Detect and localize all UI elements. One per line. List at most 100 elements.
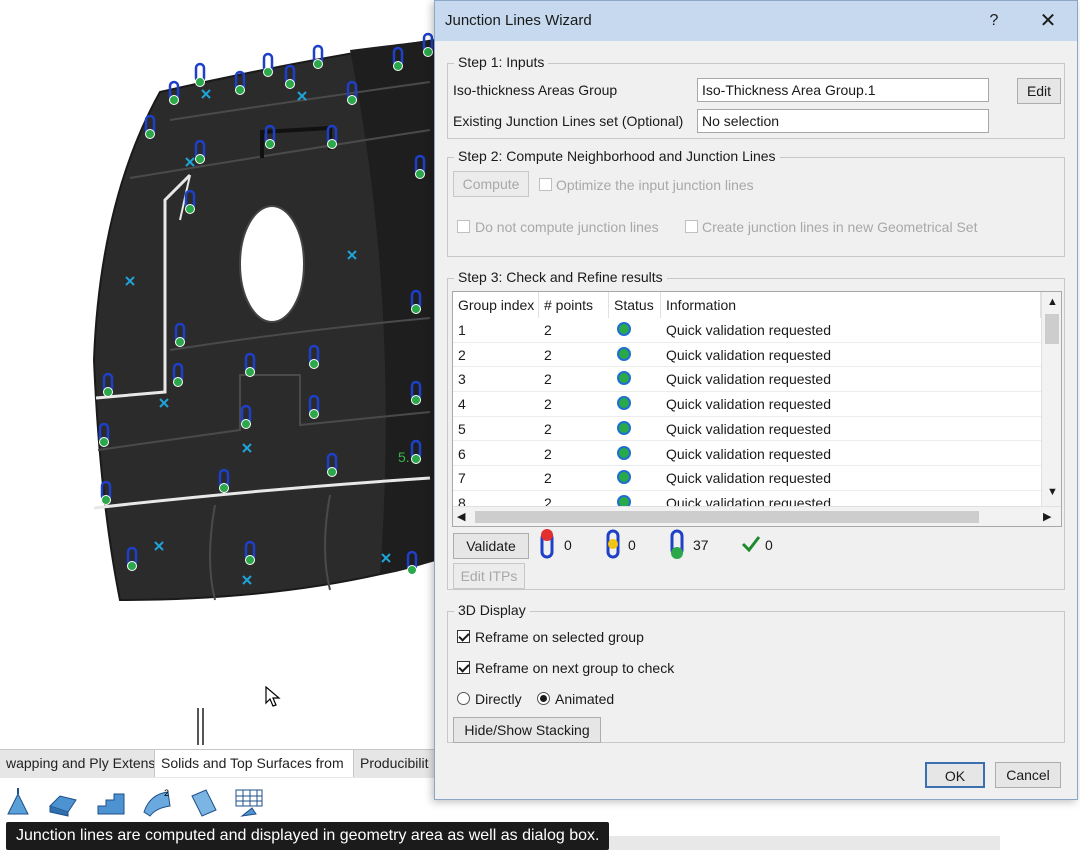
optimize-checkbox[interactable] [539, 178, 552, 191]
iso-thickness-field[interactable]: Iso-Thickness Area Group.1 [697, 78, 989, 102]
table-row[interactable]: 3 2 Quick validation requested [453, 367, 1043, 393]
cell-group-index: 6 [458, 445, 466, 462]
junction-lines-wizard-dialog: Junction Lines Wizard ? ✕ Step 1: Inputs… [434, 0, 1078, 800]
reframe-next-checkbox[interactable] [457, 661, 470, 674]
svg-text:2: 2 [164, 788, 169, 798]
scroll-thumb[interactable] [1045, 314, 1059, 344]
cell-information: Quick validation requested [666, 396, 831, 413]
cancel-button[interactable]: Cancel [995, 762, 1061, 788]
step2-compute-group: Step 2: Compute Neighborhood and Junctio… [447, 148, 1065, 257]
help-button[interactable]: ? [983, 10, 1005, 32]
directly-radio[interactable] [457, 692, 470, 705]
table-horizontal-scrollbar[interactable]: ◀ ▶ [453, 506, 1061, 526]
yellow-status-icon [606, 529, 620, 559]
cell-status [609, 466, 661, 490]
cell-group-index: 7 [458, 470, 466, 487]
dialog-titlebar[interactable]: Junction Lines Wizard ? ✕ [435, 1, 1077, 41]
green-status-icon [670, 529, 684, 559]
no-compute-label: Do not compute junction lines [475, 219, 659, 235]
step3-legend: Step 3: Check and Refine results [454, 269, 667, 285]
table-row[interactable]: 2 2 Quick validation requested [453, 343, 1043, 368]
results-table[interactable]: Group index # points Status Information … [452, 291, 1062, 527]
cell-group-index: 3 [458, 371, 466, 388]
stairs-solid-icon[interactable] [94, 786, 128, 820]
new-geometrical-set-checkbox[interactable] [685, 220, 698, 233]
column-points[interactable]: # points [539, 292, 609, 318]
ply-drape-icon[interactable] [186, 786, 220, 820]
solid-generation-icon[interactable] [46, 786, 80, 820]
table-row[interactable]: 1 2 Quick validation requested [453, 318, 1043, 343]
cell-points: 2 [544, 420, 552, 437]
table-row[interactable]: 7 2 Quick validation requested [453, 466, 1043, 491]
cell-points: 2 [544, 470, 552, 487]
status-ok-icon [617, 470, 631, 485]
cell-status [609, 367, 661, 391]
reframe-selected-label: Reframe on selected group [475, 629, 644, 645]
cell-points: 2 [544, 322, 552, 338]
status-ok-icon [617, 445, 631, 460]
tab-swapping-ply-extension[interactable]: wapping and Ply Extens [0, 750, 154, 777]
cell-points: 2 [544, 371, 552, 388]
status-ok-icon [617, 322, 631, 336]
column-status[interactable]: Status [609, 292, 661, 318]
cell-information: Quick validation requested [666, 371, 831, 388]
checkmark-icon [741, 536, 761, 553]
status-ok-icon [617, 371, 631, 386]
cell-points: 2 [544, 396, 552, 413]
no-compute-checkbox[interactable] [457, 220, 470, 233]
cell-information: Quick validation requested [666, 346, 831, 363]
step1-legend: Step 1: Inputs [454, 54, 549, 70]
yellow-count: 0 [628, 537, 636, 553]
reframe-selected-checkbox[interactable] [457, 630, 470, 643]
close-button[interactable]: ✕ [1035, 8, 1061, 34]
existing-junction-label: Existing Junction Lines set (Optional) [453, 113, 684, 129]
hide-show-stacking-button[interactable]: Hide/Show Stacking [453, 717, 601, 743]
step2-legend: Step 2: Compute Neighborhood and Junctio… [454, 148, 780, 164]
status-ok-icon [617, 396, 631, 411]
cell-information: Quick validation requested [666, 420, 831, 437]
validate-button[interactable]: Validate [453, 533, 529, 559]
table-row[interactable]: 4 2 Quick validation requested [453, 392, 1043, 417]
edit-button[interactable]: Edit [1017, 78, 1061, 104]
iso-thickness-label: Iso-thickness Areas Group [453, 82, 618, 98]
stacking-tool-icon[interactable] [4, 786, 38, 820]
red-count: 0 [564, 537, 572, 553]
junction-point-marker[interactable] [312, 44, 324, 69]
existing-junction-field[interactable]: No selection [697, 109, 989, 133]
display-3d-legend: 3D Display [454, 602, 530, 618]
cell-points: 2 [544, 445, 552, 462]
top-surface-icon[interactable]: 2 [140, 786, 174, 820]
compute-button[interactable]: Compute [453, 171, 529, 197]
junction-point-marker[interactable] [262, 52, 274, 77]
column-group-index[interactable]: Group index [453, 292, 539, 318]
command-toolbar: 2 [0, 778, 440, 824]
optimize-label: Optimize the input junction lines [556, 177, 754, 193]
green-count: 37 [693, 537, 709, 553]
scroll-left-arrow[interactable]: ◀ [457, 510, 465, 523]
scroll-down-arrow[interactable]: ▼ [1047, 486, 1058, 498]
scroll-up-arrow[interactable]: ▲ [1047, 296, 1058, 308]
status-ok-icon [617, 346, 631, 361]
animated-radio[interactable] [537, 692, 550, 705]
scroll-right-arrow[interactable]: ▶ [1043, 510, 1051, 523]
cell-information: Quick validation requested [666, 470, 831, 487]
cell-points: 2 [544, 346, 552, 363]
junction-lines-icon[interactable] [232, 786, 266, 820]
tab-solids-top-surfaces[interactable]: Solids and Top Surfaces from [154, 750, 354, 777]
table-vertical-scrollbar[interactable]: ▲ ▼ [1041, 292, 1061, 506]
table-row[interactable]: 5 2 Quick validation requested [453, 417, 1043, 442]
geometry-viewport[interactable]: 5. [0, 0, 440, 745]
hscroll-thumb[interactable] [475, 511, 979, 523]
junction-point-marker[interactable] [194, 62, 206, 87]
cell-status [609, 318, 661, 342]
edit-itps-button[interactable]: Edit ITPs [453, 563, 525, 589]
column-information[interactable]: Information [661, 292, 1041, 318]
cell-status [609, 442, 661, 466]
table-row[interactable]: 6 2 Quick validation requested [453, 442, 1043, 467]
svg-text:5.: 5. [398, 449, 410, 465]
tab-producibility[interactable]: Producibilit [354, 750, 440, 777]
cell-status [609, 343, 661, 367]
ok-button[interactable]: OK [925, 762, 985, 788]
animated-label: Animated [555, 691, 615, 707]
reframe-next-label: Reframe on next group to check [475, 660, 675, 676]
